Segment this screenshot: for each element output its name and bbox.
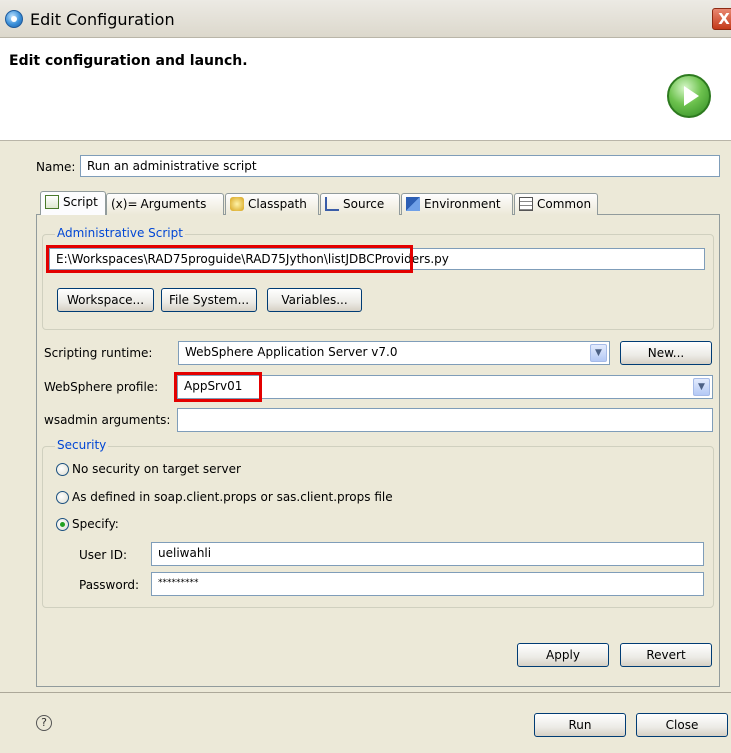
radio-no-security[interactable] (56, 463, 69, 476)
tab-arguments[interactable]: (x)= Arguments (106, 193, 224, 215)
password-label: Password: (79, 578, 140, 592)
close-button[interactable]: Close (636, 713, 728, 737)
tab-source[interactable]: Source (320, 193, 400, 215)
footer-separator (0, 692, 731, 693)
radio-specify[interactable] (56, 518, 69, 531)
apply-button[interactable]: Apply (517, 643, 609, 667)
tab-environment[interactable]: Environment (401, 193, 513, 215)
classpath-icon (230, 197, 244, 211)
environment-icon (406, 197, 420, 211)
runtime-value: WebSphere Application Server v7.0 (185, 345, 398, 359)
source-icon (325, 197, 339, 211)
run-button[interactable]: Run (534, 713, 626, 737)
help-icon[interactable]: ? (36, 715, 52, 731)
file-system-button[interactable]: File System... (161, 288, 257, 312)
wsadmin-input[interactable] (177, 408, 713, 432)
name-input[interactable]: Run an administrative script (80, 155, 720, 177)
no-security-label: No security on target server (72, 462, 241, 476)
new-runtime-button[interactable]: New... (620, 341, 712, 365)
user-id-input[interactable]: ueliwahli (151, 542, 704, 566)
dialog-header: Edit configuration and launch. (0, 38, 731, 141)
props-file-label: As defined in soap.client.props or sas.c… (72, 490, 393, 504)
security-group-title: Security (55, 438, 109, 452)
runtime-select[interactable]: WebSphere Application Server v7.0 (178, 341, 610, 365)
app-icon (5, 10, 23, 28)
profile-highlight-box (174, 372, 262, 402)
tab-source-label: Source (343, 197, 385, 211)
title-bar: Edit Configuration X (0, 0, 731, 38)
admin-script-group-title: Administrative Script (55, 226, 185, 240)
path-highlight-box (46, 245, 413, 273)
profile-label: WebSphere profile: (44, 380, 159, 394)
variables-button[interactable]: Variables... (267, 288, 362, 312)
workspace-button[interactable]: Workspace... (57, 288, 154, 312)
close-window-button[interactable]: X (712, 8, 731, 30)
specify-label: Specify: (72, 517, 119, 531)
tab-classpath[interactable]: Classpath (225, 193, 319, 215)
user-id-label: User ID: (79, 548, 127, 562)
runtime-label: Scripting runtime: (44, 346, 153, 360)
name-label: Name: (36, 160, 76, 174)
runtime-dropdown-icon[interactable]: ▼ (590, 344, 607, 362)
wsadmin-label: wsadmin arguments: (44, 413, 171, 427)
window-title: Edit Configuration (30, 10, 175, 29)
tab-environment-label: Environment (424, 197, 501, 211)
script-icon (45, 195, 59, 209)
common-icon (519, 197, 533, 211)
tab-common-label: Common (537, 197, 592, 211)
revert-button[interactable]: Revert (620, 643, 712, 667)
password-input[interactable]: ********* (151, 572, 704, 596)
tab-script-label: Script (63, 195, 98, 209)
tab-arguments-label: Arguments (140, 197, 207, 211)
profile-dropdown-icon[interactable]: ▼ (693, 378, 710, 396)
run-icon (667, 74, 711, 118)
radio-props-file[interactable] (56, 491, 69, 504)
tab-common[interactable]: Common (514, 193, 598, 215)
tab-script[interactable]: Script (40, 191, 106, 215)
header-title: Edit configuration and launch. (9, 53, 248, 69)
tab-classpath-label: Classpath (248, 197, 307, 211)
arguments-icon: (x)= (111, 197, 138, 211)
